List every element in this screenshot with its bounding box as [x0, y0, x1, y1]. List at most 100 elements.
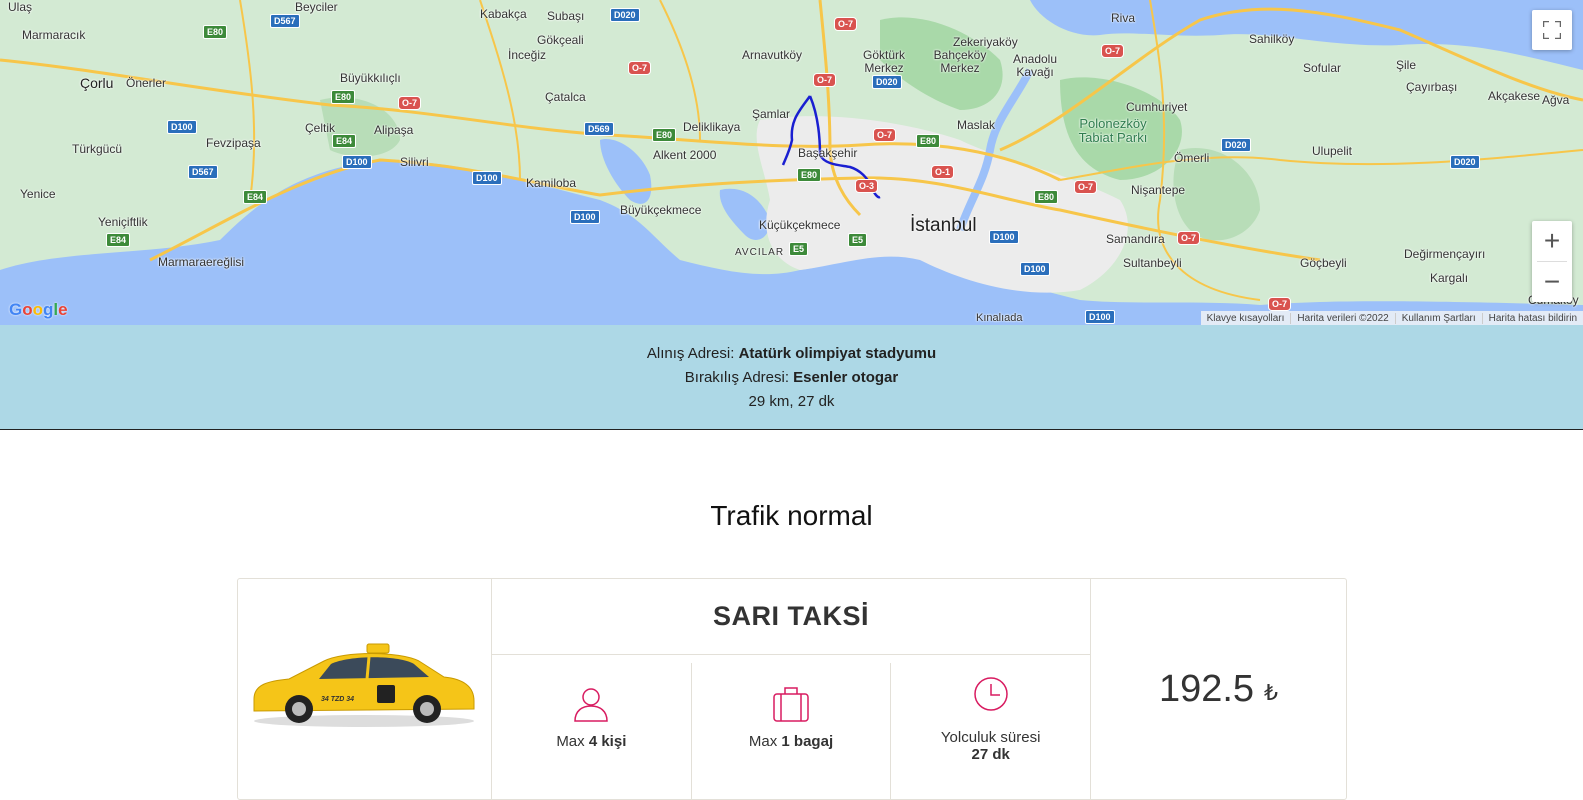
- map-label: Marmaraereğlisi: [158, 255, 245, 269]
- map-label: Şile: [1396, 58, 1417, 72]
- road-shield: E84: [243, 190, 268, 204]
- dropoff-line: Bırakılış Adresi: Esenler otogar: [0, 366, 1583, 390]
- dropoff-value: Esenler otogar: [793, 369, 899, 386]
- address-panel: Alınış Adresi: Atatürk olimpiyat stadyum…: [0, 325, 1583, 430]
- duration-feature: Yolculuk süresi 27 dk: [891, 663, 1090, 799]
- zoom-out-button[interactable]: −: [1532, 262, 1572, 302]
- map-label: Ömerli: [1174, 151, 1210, 165]
- map-label: Önerler: [126, 76, 167, 90]
- road-shield: E80: [1034, 190, 1059, 204]
- road-shield: D100: [1085, 310, 1115, 324]
- fullscreen-button[interactable]: [1532, 10, 1572, 50]
- map-label: Riva: [1111, 11, 1136, 25]
- taxi-plate: 34 TZD 34: [321, 696, 354, 703]
- map-label: Deliklikaya: [683, 120, 741, 134]
- luggage-icon: [773, 687, 809, 722]
- vehicle-card[interactable]: 34 TZD 34 SARI TAKSİ Max 4 kişi Max 1 ba…: [237, 578, 1347, 800]
- map-label: Cumhuriyet: [1126, 100, 1188, 114]
- map-label: Ağva: [1542, 93, 1570, 107]
- map-label: Marmaracık: [22, 28, 86, 42]
- map-label: Kınalıada: [976, 312, 1023, 324]
- luggage-prefix: Max: [748, 733, 778, 750]
- pickup-line: Alınış Adresi: Atatürk olimpiyat stadyum…: [0, 325, 1583, 366]
- map-label: Bahçeköy Merkez: [933, 48, 987, 75]
- road-shield: E84: [332, 134, 357, 148]
- duration-label: Yolculuk süresi: [940, 729, 1041, 746]
- road-shield: D100: [570, 210, 600, 224]
- road-shield: O-7: [873, 128, 897, 142]
- road-shield: D567: [270, 14, 300, 28]
- road-shield: E5: [789, 242, 809, 256]
- zoom-in-button[interactable]: +: [1532, 221, 1572, 261]
- google-logo[interactable]: Google: [9, 300, 68, 320]
- map-label: Alipaşa: [374, 123, 414, 137]
- road-shield: D567: [188, 165, 218, 179]
- road-shield: O-7: [834, 17, 858, 31]
- road-shield: E80: [203, 25, 228, 39]
- map-label: Kabakça: [480, 7, 527, 21]
- road-shield: D100: [342, 155, 372, 169]
- map-label: Sahilköy: [1249, 32, 1295, 46]
- route-map[interactable]: Ulaş Beyciler Kabakça Subaşı Marmaracık …: [0, 0, 1583, 326]
- road-shield: O-7: [813, 73, 837, 87]
- map-label: Büyükkılıçlı: [340, 71, 401, 85]
- vehicle-details: SARI TAKSİ Max 4 kişi Max 1 bagaj Yolcul…: [492, 579, 1091, 799]
- feature-list: Max 4 kişi Max 1 bagaj Yolculuk süresi 2…: [492, 655, 1090, 799]
- map-label: Silivri: [400, 155, 429, 169]
- map-label: Kamiloba: [526, 176, 577, 190]
- vehicle-image-cell: 34 TZD 34: [238, 579, 492, 799]
- map-label: Göçbeyli: [1300, 256, 1347, 270]
- map-label: Kargalı: [1430, 271, 1469, 285]
- road-shield: D100: [167, 120, 197, 134]
- road-shield: O-7: [1074, 180, 1098, 194]
- map-label: Değirmençayırı: [1404, 247, 1486, 261]
- road-shield: O-1: [931, 165, 955, 179]
- person-icon: [574, 688, 609, 722]
- fullscreen-icon: [1543, 21, 1561, 39]
- map-label: Fevzipaşa: [206, 136, 261, 150]
- clock-icon: [973, 677, 1008, 711]
- map-label: Büyükçekmece: [620, 203, 702, 217]
- dropoff-label: Bırakılış Adresi:: [684, 369, 789, 386]
- map-label: Gökçeali: [537, 33, 584, 47]
- road-shield: E80: [797, 168, 822, 182]
- report-error-link[interactable]: Harita hatası bildirin: [1481, 312, 1583, 324]
- road-shield: D020: [872, 75, 902, 89]
- road-shield: E5: [848, 233, 868, 247]
- map-label: İnceğiz: [508, 48, 547, 62]
- road-shield: O-7: [1177, 231, 1201, 245]
- capacity-prefix: Max: [556, 733, 585, 750]
- map-label: Ulaş: [8, 0, 33, 14]
- road-shield: D100: [1020, 262, 1050, 276]
- map-label: Yeniçiftlik: [98, 215, 148, 229]
- capacity-feature: Max 4 kişi: [492, 663, 692, 799]
- map-label: Akçakese: [1488, 89, 1541, 103]
- road-shield: D569: [584, 122, 614, 136]
- map-label: Türkgücü: [72, 142, 123, 156]
- luggage-feature: Max 1 bagaj: [692, 663, 892, 799]
- road-shield: O-3: [855, 179, 879, 193]
- map-label: Yenice: [20, 187, 56, 201]
- map-label: Göktürk Merkez: [862, 48, 905, 75]
- map-attribution: Klavye kısayolları Harita verileri ©2022…: [1200, 311, 1583, 325]
- terms-link[interactable]: Kullanım Şartları: [1394, 312, 1482, 324]
- map-label: Anadolu Kavağı: [1012, 52, 1058, 79]
- vehicle-title: SARI TAKSİ: [492, 579, 1090, 655]
- map-label: Sultanbeyli: [1123, 256, 1182, 270]
- keyboard-shortcuts-link[interactable]: Klavye kısayolları: [1201, 313, 1291, 324]
- map-label: AVCILAR: [735, 247, 785, 258]
- map-label: Çorlu: [80, 75, 114, 91]
- map-label: Maslak: [957, 118, 996, 132]
- map-label: Sofular: [1303, 61, 1342, 75]
- road-shield: E80: [331, 90, 356, 104]
- map-label: Küçükçekmece: [759, 218, 841, 232]
- road-shield: E84: [106, 233, 131, 247]
- road-shield: O-7: [628, 61, 652, 75]
- price-value: 192.5: [1158, 667, 1255, 710]
- price-cell: 192.5 ₺: [1091, 579, 1346, 799]
- map-label: Subaşı: [547, 9, 585, 23]
- map-label: Beyciler: [295, 0, 338, 14]
- trip-summary: 29 km, 27 dk: [748, 393, 835, 410]
- zoom-control: + −: [1532, 221, 1572, 302]
- map-label: Çayırbaşı: [1406, 80, 1458, 94]
